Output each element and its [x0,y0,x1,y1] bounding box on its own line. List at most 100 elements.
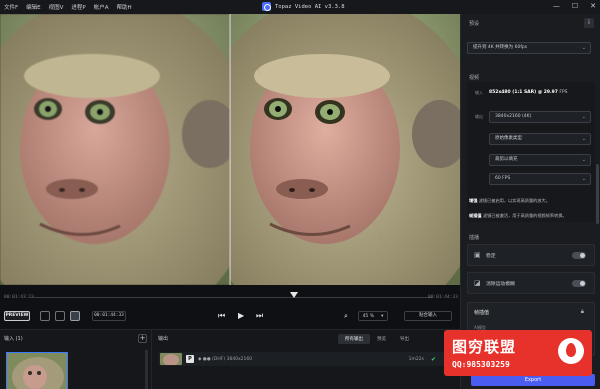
menu-help[interactable]: 帮助H [117,3,132,11]
zoom-select[interactable]: 45 % ▾ [358,311,388,321]
output-duration: 1m22s [408,356,424,362]
menu-account[interactable]: 帐户A [94,3,109,11]
split-divider[interactable] [229,14,231,285]
sidebar-scrollbar[interactable] [596,164,599,224]
enhance-note: 增强 滤镜已被启用，以实现高质量的放大。 [469,198,589,204]
zoom-icon: ⌕ [344,312,348,320]
enhance-note-text: 滤镜已被启用，以实现高质量的放大。 [478,198,550,203]
chevron-down-icon: ⌄ [581,45,586,51]
motion-blur-icon: ◪ [474,279,481,287]
next-frame-icon[interactable]: ⏭ [256,311,263,321]
menu-edit[interactable]: 编辑E [26,3,40,11]
monkey-image-enhanced [230,14,460,285]
fps-value: 60 FPS [495,176,511,181]
title-bar: 文件F 编辑E 视图V 进程P 帐户A 帮助H Topaz Video AI v… [0,0,600,14]
tab-previews[interactable]: 预览 [370,334,393,344]
stabilize-label: 稳定 [486,254,496,259]
menu-process[interactable]: 进程P [71,3,85,11]
current-time-field[interactable]: 00:01:44:33 [92,311,126,321]
zoom-value: 45 % [362,313,374,319]
watermark-logo-icon [558,338,584,364]
bottom-panels: 输入 (1) + 输出 所有输出 预览 导出 P ◆ ●● (DHF) 3840… [0,329,460,389]
lock-icon[interactable]: 🔒︎ [581,308,584,316]
playback-controls: PREVIEW 00:01:44:33 ⏮ ▶ ⏭ ⌕ 45 % ▾ 贴合输入 [0,305,460,327]
input-fps-unit: FPS [559,90,568,95]
chevron-down-icon: ⌄ [581,136,586,142]
maximize-icon[interactable]: ☐ [572,2,578,10]
play-icon[interactable]: ▶ [238,311,244,321]
split-view-icon[interactable] [55,311,65,321]
input-info: 852x480 (1:1 SAR) @ 29.97 FPS [489,90,568,95]
crop-mode-select[interactable]: 裁剪以填充 ⌄ [489,154,591,166]
fps-select[interactable]: 60 FPS ⌄ [489,173,591,185]
pixel-type-value: 原始像素类型 [495,136,522,141]
watermark-badge: 图穷联盟 QQ:985303259 [444,330,592,376]
output-panel: 输出 所有输出 预览 导出 P ◆ ●● (DHF) 3840x2160 1m2… [154,330,460,389]
input-panel-title: 输入 (1) [4,336,23,342]
input-panel: 输入 (1) + [0,330,152,389]
close-icon[interactable]: ✕ [590,2,596,10]
input-info-prefix: 852x480 (1:1 SAR) @ [489,90,543,95]
crop-mode-value: 裁剪以填充 [495,157,518,162]
app-title-text: Topaz Video AI v3.3.8 [275,3,345,10]
frame-interp-note-text: 滤镜已被激活，用于高质量的视频帧率转换。 [482,213,567,218]
frame-interp-note-label: 帧插值 [469,213,482,218]
menu-view[interactable]: 视图V [49,3,64,11]
chevron-down-icon: ⌄ [581,176,586,182]
side-by-side-view-icon[interactable] [70,311,80,321]
chevron-down-icon: ⌄ [581,157,586,163]
watermark-qq: QQ:985303259 [452,360,510,369]
monkey-image-original [0,14,230,285]
minimize-icon[interactable]: — [553,2,560,10]
input-fps: 29.97 [543,90,558,95]
timeline[interactable]: 00:01:43:23 00:01:44:33 [0,285,460,305]
stabilize-icon: ▣ [474,251,481,259]
input-thumbnail-image [7,353,67,389]
info-icon[interactable]: i [584,18,594,28]
input-scrollbar[interactable] [145,350,148,389]
prev-frame-icon[interactable]: ⏮ [218,311,225,321]
motion-blur-row[interactable]: ◪ 消除运动模糊 [467,272,595,294]
preset-section-title: 预设 [469,21,480,27]
chevron-down-icon: ▾ [381,313,384,319]
motion-blur-label: 消除运动模糊 [486,282,515,287]
output-panel-title: 输出 [158,336,169,342]
pixel-type-select[interactable]: 原始像素类型 ⌄ [489,133,591,145]
menu-file[interactable]: 文件F [4,3,18,11]
watermark-title: 图穷联盟 [452,338,517,356]
timeline-track[interactable] [28,297,432,298]
output-row[interactable]: P ◆ ●● (DHF) 3840x2160 1m22s ✔ [158,352,458,366]
app-title: Topaz Video AI v3.3.8 [262,2,345,11]
enhancements-section-title: 插播 [469,235,480,241]
stabilize-row[interactable]: ▣ 稳定 [467,244,595,266]
tab-exports[interactable]: 导出 [393,334,416,344]
timeline-end-time: 00:01:44:33 [428,295,458,300]
input-video-thumbnail[interactable] [6,352,68,389]
frame-interp-note: 帧插值 滤镜已被激活，用于高质量的视频帧率转换。 [469,213,589,219]
add-input-button[interactable]: + [138,334,147,343]
chevron-down-icon: ⌄ [581,114,586,120]
frame-interpolation-title: 帧插值 [474,310,490,316]
stabilize-toggle[interactable] [572,252,586,259]
output-label: 输出 [475,114,483,119]
enhanced-preview-pane [230,14,460,285]
single-view-icon[interactable] [40,311,50,321]
output-thumbnail [160,353,182,365]
output-resolution-select[interactable]: 3840x2160 (4K) ⌄ [489,111,591,123]
fit-input-button[interactable]: 贴合输入 [404,311,452,321]
window-controls: — ☐ ✕ [553,2,596,10]
input-label: 输入 [475,90,483,95]
tab-all-outputs[interactable]: 所有输出 [338,334,370,344]
output-thumbnail-image [160,353,182,365]
app-logo-icon [262,2,271,11]
motion-blur-toggle[interactable] [572,280,586,287]
preset-select[interactable]: 提升到 4K 并转换为 60fps ⌄ [467,42,591,54]
output-info: ◆ ●● (DHF) 3840x2160 [198,356,253,362]
menu-bar: 文件F 编辑E 视图V 进程P 帐户A 帮助H [0,3,132,11]
video-preview[interactable] [0,14,460,285]
preset-value: 提升到 4K 并转换为 60fps [473,45,528,50]
output-resolution-value: 3840x2160 (4K) [495,114,532,119]
check-icon: ✔ [430,355,436,363]
preview-button[interactable]: PREVIEW [4,311,30,321]
playhead[interactable] [290,292,298,298]
